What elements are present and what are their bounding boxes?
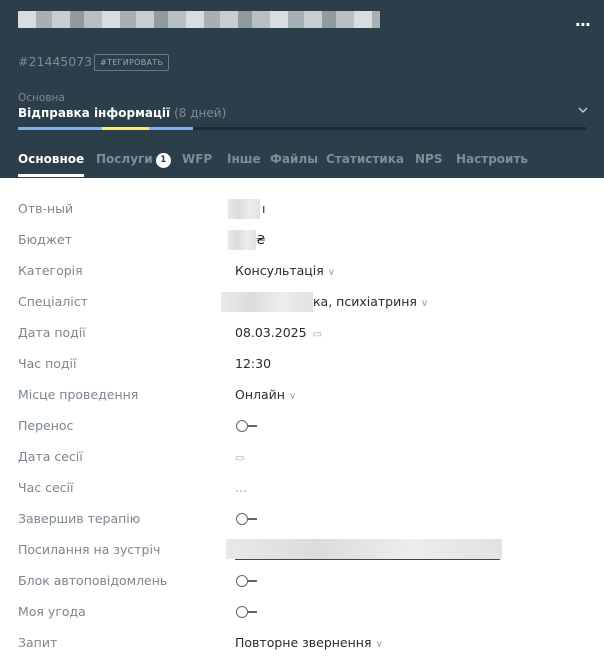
field-label: Дата сесії — [18, 449, 83, 464]
field-row: Категорія Консультація ∨ — [0, 263, 604, 294]
field-row: Перенос — [0, 418, 604, 449]
field-row: Час події 12:30 — [0, 356, 604, 387]
tab-other[interactable]: Інше — [227, 152, 261, 166]
specialist-select[interactable]: ка, психіатриня ∨ — [313, 294, 428, 309]
tab-main[interactable]: Основное — [18, 152, 85, 177]
budget-redacted — [228, 230, 256, 250]
field-label: Бюджет — [18, 232, 72, 247]
deal-title-redacted — [18, 11, 380, 28]
services-count-badge: 1 — [155, 153, 171, 168]
field-row: Місце проведення Онлайн ∨ — [0, 387, 604, 418]
meeting-link-input[interactable] — [235, 559, 500, 560]
field-label: Спеціаліст — [18, 294, 88, 309]
field-label: Моя угода — [18, 604, 86, 619]
progress-segment — [102, 127, 149, 130]
toggle-off-icon[interactable] — [236, 606, 260, 618]
location-select[interactable]: Онлайн ∨ — [235, 387, 296, 402]
field-label: Місце проведення — [18, 387, 139, 402]
responsible-value[interactable]: ı — [262, 201, 265, 216]
field-label: Час події — [18, 356, 77, 371]
field-row: Отв-ный ı — [0, 199, 604, 232]
pipeline-name[interactable]: Основна — [18, 92, 65, 104]
chevron-down-icon: ∨ — [420, 298, 429, 309]
chevron-down-icon: ∨ — [375, 639, 383, 650]
field-row: Запит Повторне звернення ∨ — [0, 635, 604, 666]
field-label: Категорія — [18, 263, 83, 278]
chevron-down-icon[interactable] — [578, 104, 588, 117]
field-row: Спеціаліст ка, психіатриня ∨ — [0, 292, 604, 325]
calendar-icon: ▭ — [235, 453, 245, 464]
tab-customize[interactable]: Настроить — [456, 152, 528, 166]
event-date-field[interactable]: 08.03.2025 ▭ — [235, 325, 322, 340]
field-row: Час сесії ... — [0, 480, 604, 511]
tab-bar: Основное Послуги 1 WFP Інше Файлы Статист… — [0, 152, 604, 178]
field-label: Час сесії — [18, 480, 74, 495]
field-row: Дата події 08.03.2025 ▭ — [0, 325, 604, 356]
tab-files[interactable]: Файлы — [270, 152, 318, 166]
tab-nps[interactable]: NPS — [415, 152, 442, 166]
field-label: Перенос — [18, 418, 74, 433]
session-time-field[interactable]: ... — [235, 480, 247, 495]
toggle-off-icon[interactable] — [236, 420, 260, 432]
stage-progress-bar — [18, 127, 586, 130]
responsible-redacted — [228, 199, 260, 219]
field-label: Запит — [18, 635, 58, 650]
tab-wfp[interactable]: WFP — [182, 152, 212, 166]
session-date-field[interactable]: ▭ — [235, 449, 244, 464]
toggle-off-icon[interactable] — [236, 513, 260, 525]
tab-statistics[interactable]: Статистика — [326, 152, 404, 166]
event-time-field[interactable]: 12:30 — [235, 356, 271, 371]
more-menu-button[interactable]: ... — [575, 11, 591, 30]
stage-name: Відправка інформації — [18, 106, 171, 120]
request-select[interactable]: Повторне звернення ∨ — [235, 635, 383, 650]
progress-segment — [149, 127, 193, 130]
field-row: Завершив терапію — [0, 511, 604, 542]
field-label: Посилання на зустріч — [18, 542, 161, 557]
field-label: Блок автоповідомлень — [18, 573, 168, 588]
field-row: Бюджет ₴ — [0, 230, 604, 263]
field-row: Моя угода — [0, 604, 604, 635]
budget-value[interactable]: ₴ — [256, 232, 266, 247]
field-row: Посилання на зустріч — [0, 539, 604, 573]
field-label: Дата події — [18, 325, 86, 340]
category-select[interactable]: Консультація ∨ — [235, 263, 335, 278]
stage-selector[interactable]: Відправка інформації (8 дней) — [18, 106, 226, 120]
chevron-down-icon: ∨ — [288, 391, 297, 402]
specialist-redacted — [221, 292, 313, 312]
tab-services[interactable]: Послуги 1 — [96, 152, 171, 168]
chevron-down-icon: ∨ — [327, 267, 336, 278]
calendar-icon: ▭ — [312, 329, 323, 340]
progress-segment — [18, 127, 102, 130]
stage-duration: (8 дней) — [174, 106, 227, 120]
add-tag-button[interactable]: #ТЕГИРОВАТЬ — [94, 54, 170, 71]
field-row: Блок автоповідомлень — [0, 573, 604, 604]
meeting-link-redacted — [226, 539, 502, 559]
deal-id: #21445073 — [18, 54, 93, 69]
field-row: Дата сесії ▭ — [0, 449, 604, 480]
deal-header: ... #21445073 #ТЕГИРОВАТЬ Основна Відпра… — [0, 0, 604, 178]
field-label: Завершив терапію — [18, 511, 141, 526]
field-label: Отв-ный — [18, 201, 74, 216]
toggle-off-icon[interactable] — [236, 575, 260, 587]
